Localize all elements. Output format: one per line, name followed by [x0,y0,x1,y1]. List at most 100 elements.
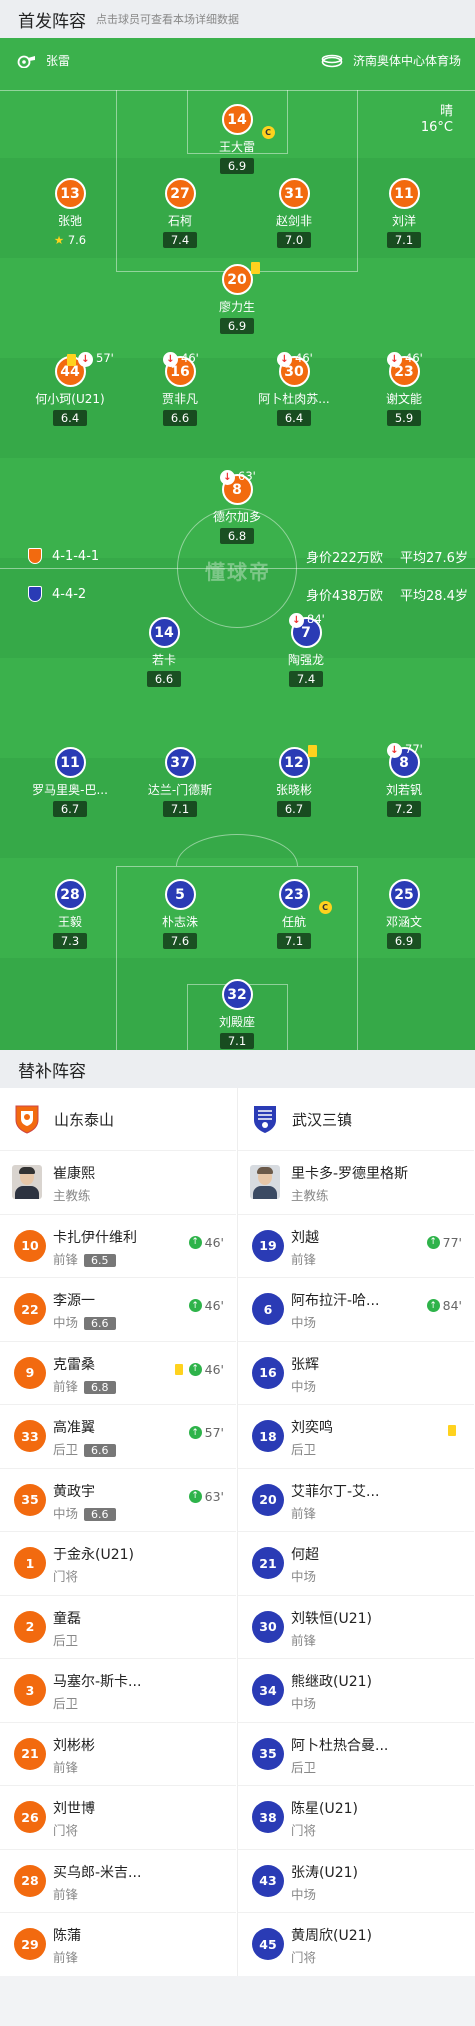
player-rating: 7.1 [219,1033,255,1049]
jersey-number-badge: 12 [278,747,310,778]
bench-player-name: 买乌郎-米吉... [53,1864,142,1881]
away-team-header[interactable]: 武汉三镇 [238,1088,474,1150]
home-bench: 山东泰山 崔康熙 主教练 10 卡扎伊什维利 前锋 6.5 ↑ 46' 22 李源一 中场 6.6… [0,1088,236,1976]
away-value: 身价438万欧 [306,588,383,604]
weather: 晴 [439,104,453,119]
jersey-number-badge: 30 [252,1610,284,1643]
bench-player-row[interactable]: 1 于金永(U21) 门将 [0,1531,236,1595]
jersey-number: 12 [284,754,304,771]
away-coach-row[interactable]: 里卡多-罗德里格斯 主教练 [238,1150,474,1214]
home-team-logo-small [28,548,42,564]
bench-player-name: 于金永(U21) [53,1547,134,1563]
sub-off-minute: 77' [405,742,423,756]
bench-player-row[interactable]: 2 童磊 后卫 [0,1594,236,1659]
jersey-number-badge: 35 [14,1483,46,1516]
position-label: 前锋 [53,1886,79,1902]
player-card[interactable]: 5 朴志洙 7.6 [120,879,240,949]
rating-value: 7.1 [170,802,190,816]
player-card[interactable]: 14 C 王大雷 6.9 [177,104,297,174]
jersey-number-badge: 20 [221,264,253,295]
jersey-number-badge: 25 [388,879,420,910]
jersey-number: 14 [227,111,247,128]
player-card[interactable]: 32 刘殿座 7.1 [177,979,297,1049]
bench-player-row[interactable]: 20 艾菲尔丁-艾... 前锋 [238,1467,474,1532]
bench-player-row[interactable]: 35 阿卜杜热合曼... 后卫 [238,1721,474,1786]
away-bench: 武汉三镇 里卡多-罗德里格斯 主教练 19 刘越 前锋 ↑ 77' 6 阿布拉汗-哈... 中… [238,1088,474,1976]
jersey-number-badge: 43 [252,1864,284,1897]
player-card[interactable]: 8 ↓ 63' 德尔加多 6.8 [177,469,297,544]
bench-player-row[interactable]: 45 黄周欣(U21) 门将 [238,1912,474,1976]
rating-value: 6.8 [227,529,247,543]
bench-player-row[interactable]: 21 刘彬彬 前锋 [0,1721,236,1786]
home-team-header[interactable]: 山东泰山 [0,1088,236,1150]
player-rating: 6.8 [219,528,255,544]
player-card[interactable]: 23 ↓ 46' 谢文能 5.9 [344,351,464,426]
jersey-number-badge: 22 [14,1293,46,1325]
player-card[interactable]: 20 廖力生 6.9 [177,262,297,334]
player-card[interactable]: 13 张弛 ★ 7.6 [10,178,130,248]
position-label: 中场 [53,1505,79,1521]
away-coach-role: 主教练 [291,1188,329,1203]
player-rating: 7.1 [162,801,198,817]
bench-player-position: 中场 [291,1566,316,1585]
bench-player-row[interactable]: 33 高准翼 后卫 6.6 ↑ 57' [0,1404,236,1468]
rating-value: 7.1 [284,934,304,948]
player-card[interactable]: 11 罗马里奥-巴... 6.7 [10,747,130,817]
player-card[interactable]: 8 ↓ 77' 刘若钒 7.2 [344,742,464,817]
bench-player-row[interactable]: 9 克雷桑 前锋 6.8 ↑ 46' [0,1340,236,1405]
jersey-number-badge: 6 [252,1293,284,1325]
bench-player-name: 童磊 [53,1610,81,1627]
bench-player-row[interactable]: 28 买乌郎-米吉... 前锋 [0,1848,236,1913]
bench-player-row[interactable]: 22 李源一 中场 6.6 ↑ 46' [0,1277,236,1341]
away-team-logo-small [28,586,42,602]
bench-player-row[interactable]: 19 刘越 前锋 ↑ 77' [238,1213,474,1278]
bench-player-position: 门将 [291,1947,316,1966]
away-team-logo [252,1104,278,1134]
player-card[interactable]: 7 ↓ 84' 陶强龙 7.4 [246,612,366,687]
bench-player-row[interactable]: 38 陈星(U21) 门将 [238,1785,474,1849]
away-team-name: 武汉三镇 [292,1110,353,1129]
player-card[interactable]: 37 达兰-门德斯 7.1 [120,747,240,817]
position-label: 中场 [291,1315,317,1330]
bench-player-row[interactable]: 43 张涛(U21) 中场 [238,1848,474,1913]
bench-player-name: 黄政宇 [53,1483,95,1500]
bench-player-row[interactable]: 10 卡扎伊什维利 前锋 6.5 ↑ 46' [0,1213,236,1278]
jersey-number-badge: 11 [54,747,86,778]
jersey-number-badge: 27 [164,178,196,209]
bench-player-row[interactable]: 18 刘奕鸣 后卫 [238,1404,474,1468]
player-card[interactable]: 11 刘洋 7.1 [344,178,464,248]
bench-player-row[interactable]: 26 刘世博 门将 [0,1785,236,1849]
player-rating: 7.0 [276,232,312,248]
player-card[interactable]: 14 若卡 6.6 [104,617,224,687]
rating-value: 7.0 [284,233,304,247]
home-coach-role: 主教练 [53,1188,91,1203]
player-card[interactable]: 28 王毅 7.3 [10,879,130,949]
bench-player-name: 刘越 [291,1229,319,1246]
bench-player-position: 前锋 [291,1503,316,1522]
bench-player-row[interactable]: 3 马塞尔-斯卡... 后卫 [0,1658,236,1722]
home-value: 身价222万欧 [306,550,383,566]
jersey-number: 11 [394,185,414,202]
player-card[interactable]: 30 ↓ 46' 阿卜杜肉苏... 6.4 [234,351,354,426]
player-card[interactable]: 16 ↓ 46' 贾非凡 6.6 [120,351,240,426]
bench-player-position: 前锋 [53,1757,78,1776]
player-card[interactable]: 23 C 任航 7.1 [234,879,354,949]
away-formation-row: 4-4-2 身价438万欧 平均28.4岁 [0,580,475,608]
player-rating: 7.2 [386,801,422,817]
home-coach-row[interactable]: 崔康熙 主教练 [0,1150,236,1214]
bench-player-row[interactable]: 29 陈蒲 前锋 [0,1912,236,1976]
bench-player-row[interactable]: 34 熊继政(U21) 中场 [238,1658,474,1722]
bench-player-row[interactable]: 21 何超 中场 [238,1531,474,1595]
bench-player-row[interactable]: 35 黄政宇 中场 6.6 ↑ 63' [0,1467,236,1532]
player-card[interactable]: 27 石柯 7.4 [120,178,240,248]
bench-player-position: 前锋 [291,1630,316,1649]
player-card[interactable]: 31 赵剑非 7.0 [234,178,354,248]
player-card[interactable]: 12 张晓彬 6.7 [234,745,354,817]
player-card[interactable]: 44 ↓ 57' 何小珂(U21) 6.4 [10,351,130,426]
bench-player-row[interactable]: 6 阿布拉汗-哈... 中场 ↑ 84' [238,1277,474,1341]
player-card[interactable]: 25 邓涵文 6.9 [344,879,464,949]
bench-player-row[interactable]: 16 张辉 中场 [238,1340,474,1405]
jersey-number-badge: 11 [388,178,420,209]
jersey-number-badge: 34 [252,1674,284,1706]
bench-player-row[interactable]: 30 刘轶恒(U21) 前锋 [238,1594,474,1659]
